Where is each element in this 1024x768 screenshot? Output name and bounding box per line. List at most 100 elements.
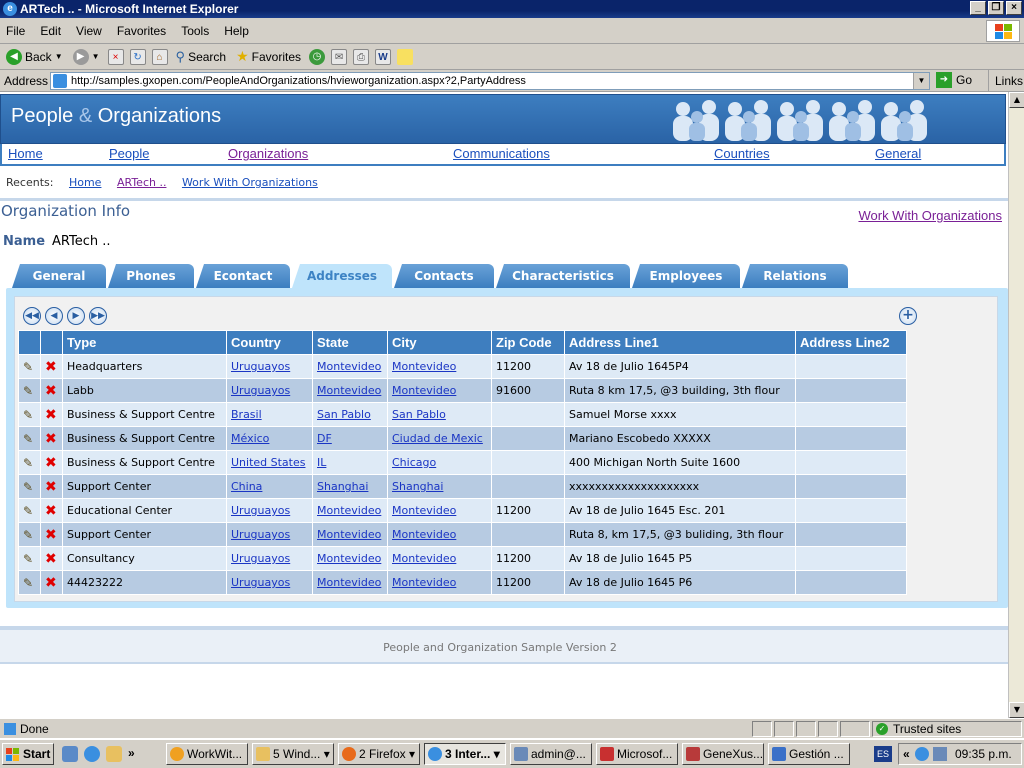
tab-general[interactable]: General — [12, 264, 106, 288]
edit-cell[interactable]: ✎ — [18, 498, 41, 523]
column-header-zip-code[interactable]: Zip Code — [491, 330, 565, 355]
task-windows-explorer[interactable]: 5 Wind... ▾ — [252, 743, 334, 765]
first-page-icon[interactable]: ◀◀ — [23, 307, 41, 325]
edit-cell[interactable]: ✎ — [18, 450, 41, 475]
cell-city-link[interactable]: Ciudad de Mexic — [392, 432, 483, 445]
scroll-up-icon[interactable]: ▲ — [1009, 92, 1024, 108]
delete-icon[interactable]: ✖ — [45, 479, 57, 495]
task-workwith[interactable]: WorkWit... — [166, 743, 248, 765]
print-icon[interactable]: ⎙ — [353, 48, 370, 65]
clock[interactable]: 09:35 p.m. — [955, 744, 1012, 764]
cell-country-link[interactable]: Uruguayos — [231, 528, 290, 541]
nav-people[interactable]: People — [109, 146, 149, 161]
more-chevron-icon[interactable]: » — [128, 746, 136, 762]
cell-state[interactable]: San Pablo — [312, 402, 388, 427]
delete-cell[interactable]: ✖ — [40, 570, 63, 595]
cell-state[interactable]: Montevideo — [312, 546, 388, 571]
delete-cell[interactable]: ✖ — [40, 378, 63, 403]
tab-employees[interactable]: Employees — [632, 264, 740, 288]
delete-icon[interactable]: ✖ — [45, 527, 57, 543]
security-zone[interactable]: ✓ Trusted sites — [872, 721, 1022, 737]
menu-view[interactable]: View — [76, 24, 102, 38]
tab-addresses[interactable]: Addresses — [292, 264, 392, 288]
cell-city-link[interactable]: Shanghai — [392, 480, 443, 493]
cell-country[interactable]: China — [226, 474, 313, 499]
cell-state-link[interactable]: DF — [317, 432, 332, 445]
nav-organizations[interactable]: Organizations — [228, 146, 308, 161]
tab-contacts[interactable]: Contacts — [394, 264, 494, 288]
cell-country-link[interactable]: Uruguayos — [231, 384, 290, 397]
edit-cell[interactable]: ✎ — [18, 570, 41, 595]
cell-city[interactable]: Chicago — [387, 450, 492, 475]
cell-state-link[interactable]: Montevideo — [317, 384, 381, 397]
cell-state-link[interactable]: San Pablo — [317, 408, 371, 421]
favorites-button[interactable]: ★ Favorites — [234, 48, 303, 65]
delete-icon[interactable]: ✖ — [45, 359, 57, 375]
cell-city[interactable]: Shanghai — [387, 474, 492, 499]
cell-city-link[interactable]: Montevideo — [392, 504, 456, 517]
cell-city[interactable]: Montevideo — [387, 378, 492, 403]
cell-country[interactable]: Brasil — [226, 402, 313, 427]
cell-state-link[interactable]: Montevideo — [317, 552, 381, 565]
recent-work-with-orgs-link[interactable]: Work With Organizations — [182, 176, 318, 189]
cell-state-link[interactable]: Montevideo — [317, 576, 381, 589]
delete-cell[interactable]: ✖ — [40, 426, 63, 451]
cell-city[interactable]: San Pablo — [387, 402, 492, 427]
tab-phones[interactable]: Phones — [108, 264, 194, 288]
delete-cell[interactable]: ✖ — [40, 522, 63, 547]
task-internet-explorer[interactable]: 3 Inter... ▾ — [424, 743, 506, 765]
folder-icon[interactable] — [106, 746, 122, 762]
cell-city-link[interactable]: Montevideo — [392, 576, 456, 589]
cell-city[interactable]: Montevideo — [387, 570, 492, 595]
task-admin[interactable]: admin@... — [510, 743, 592, 765]
edit-cell[interactable]: ✎ — [18, 354, 41, 379]
cell-country[interactable]: México — [226, 426, 313, 451]
pencil-icon[interactable]: ✎ — [23, 504, 33, 518]
cell-city-link[interactable]: San Pablo — [392, 408, 446, 421]
cell-state-link[interactable]: Montevideo — [317, 360, 381, 373]
pencil-icon[interactable]: ✎ — [23, 360, 33, 374]
work-with-organizations-link[interactable]: Work With Organizations — [858, 208, 1002, 223]
nav-home[interactable]: Home — [8, 146, 43, 161]
address-input[interactable]: http://samples.gxopen.com/PeopleAndOrgan… — [50, 72, 930, 90]
cell-country-link[interactable]: Uruguayos — [231, 360, 290, 373]
delete-icon[interactable]: ✖ — [45, 407, 57, 423]
menu-tools[interactable]: Tools — [181, 24, 209, 38]
cell-country[interactable]: Uruguayos — [226, 522, 313, 547]
history-icon[interactable]: ◷ — [309, 48, 326, 65]
cell-country-link[interactable]: Brasil — [231, 408, 262, 421]
pencil-icon[interactable]: ✎ — [23, 384, 33, 398]
previous-page-icon[interactable]: ◀ — [45, 307, 63, 325]
edit-cell[interactable]: ✎ — [18, 378, 41, 403]
cell-state-link[interactable]: Montevideo — [317, 504, 381, 517]
column-header-address-line1[interactable]: Address Line1 — [564, 330, 796, 355]
tray-expand-icon[interactable]: « — [903, 744, 910, 764]
scroll-down-icon[interactable]: ▼ — [1009, 702, 1024, 718]
cell-city-link[interactable]: Montevideo — [392, 384, 456, 397]
network-icon[interactable] — [915, 747, 929, 761]
close-window-button[interactable]: × — [1006, 1, 1022, 15]
cell-country[interactable]: Uruguayos — [226, 378, 313, 403]
home-icon[interactable]: ⌂ — [151, 48, 168, 65]
menu-edit[interactable]: Edit — [40, 24, 61, 38]
task-microsoft[interactable]: Microsof... — [596, 743, 678, 765]
cell-state[interactable]: Montevideo — [312, 354, 388, 379]
links-button[interactable]: Links — [988, 70, 1023, 92]
recent-artech-link[interactable]: ARTech .. — [117, 176, 167, 189]
nav-communications[interactable]: Communications — [453, 146, 550, 161]
pencil-icon[interactable]: ✎ — [23, 576, 33, 590]
pencil-icon[interactable]: ✎ — [23, 480, 33, 494]
tab-characteristics[interactable]: Characteristics — [496, 264, 630, 288]
column-header-type[interactable]: Type — [62, 330, 227, 355]
vertical-scrollbar[interactable]: ▲ ▼ — [1008, 92, 1024, 718]
edit-cell[interactable]: ✎ — [18, 402, 41, 427]
menu-file[interactable]: File — [6, 24, 25, 38]
edit-cell[interactable]: ✎ — [18, 474, 41, 499]
pencil-icon[interactable]: ✎ — [23, 528, 33, 542]
cell-country[interactable]: Uruguayos — [226, 546, 313, 571]
edit-cell[interactable]: ✎ — [18, 426, 41, 451]
cell-city-link[interactable]: Chicago — [392, 456, 436, 469]
cell-city[interactable]: Ciudad de Mexic — [387, 426, 492, 451]
forward-button[interactable]: ▶ ▼ — [71, 48, 102, 65]
cell-country[interactable]: Uruguayos — [226, 570, 313, 595]
